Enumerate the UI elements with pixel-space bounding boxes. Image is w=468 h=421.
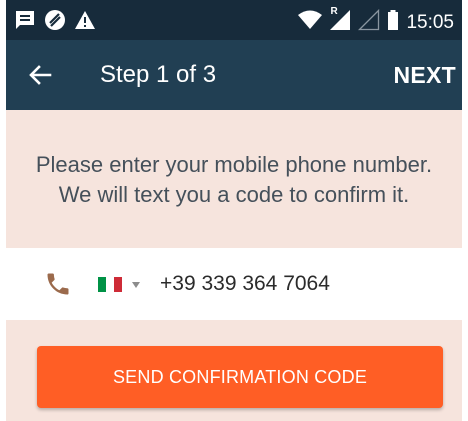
italy-flag-icon [98,277,122,292]
phone-icon [44,270,72,298]
next-button[interactable]: NEXT [393,59,456,91]
notification-icons [14,9,96,36]
send-button-label: SEND CONFIRMATION CODE [112,366,368,387]
page-title: Step 1 of 3 [100,61,217,88]
roaming-indicator: R [330,6,338,17]
status-bar: R 15:05 [6,0,462,40]
wifi-icon [298,10,323,35]
phone-number-input[interactable] [160,268,440,300]
instruction-line-1: Please enter your mobile phone number. [35,152,433,177]
hangouts-icon [44,9,66,36]
send-confirmation-code-button[interactable]: SEND CONFIRMATION CODE [37,346,443,408]
app-screen: R 15:05 Step 1 of 3 NEXT Please enter yo… [6,0,462,421]
signal-empty-icon [358,8,380,36]
country-selector[interactable] [98,272,148,296]
app-bar: Step 1 of 3 NEXT [6,40,462,110]
phone-entry-row [6,248,462,320]
signal-roaming-icon: R [329,6,351,36]
back-arrow-icon[interactable] [26,61,54,89]
message-icon [14,9,36,36]
warning-icon [74,9,96,36]
instruction-text: Please enter your mobile phone number. W… [6,150,462,210]
system-icons: R 15:05 [298,6,454,36]
clock: 15:05 [406,11,454,33]
instruction-line-2: We will text you a code to confirm it. [58,182,410,207]
battery-icon [387,9,399,36]
dropdown-caret-icon [132,282,140,288]
